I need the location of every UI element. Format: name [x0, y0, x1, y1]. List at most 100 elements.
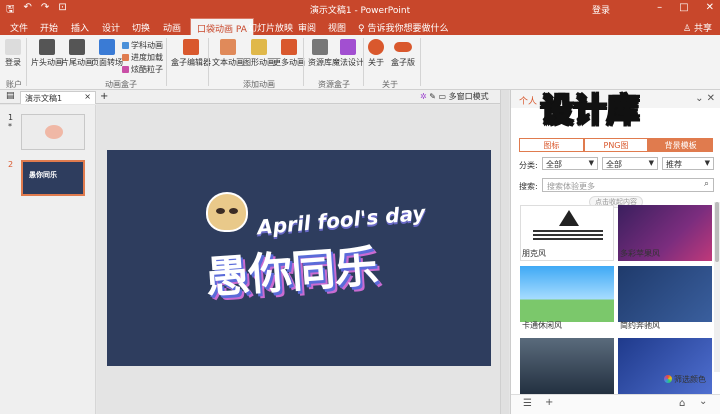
box-editor-label: 盒子编辑器	[171, 58, 211, 67]
page-transition-label: 页面转场	[91, 58, 123, 67]
share-button[interactable]: ♙ 共享	[683, 21, 712, 34]
tab-design[interactable]: 设计	[102, 21, 120, 34]
tab-pocket-animation[interactable]: 口袋动画 PA	[190, 18, 254, 35]
box-version-button[interactable]: 盒子版	[391, 39, 415, 68]
progress-load-button[interactable]: 进度加载	[122, 52, 163, 63]
more-animation-button[interactable]: 更多动画	[273, 39, 305, 68]
about-button[interactable]: 关于	[368, 39, 384, 68]
close-button[interactable]: ✕	[706, 2, 714, 13]
tab-file[interactable]: 文件	[10, 21, 28, 34]
multi-window-label: 多窗口模式	[448, 92, 489, 101]
pane-controls[interactable]: ⌄ ✕	[695, 93, 715, 104]
template-card-cartoon[interactable]	[520, 266, 614, 322]
slide-thumbnail-2[interactable]: 愚你同乐	[21, 160, 85, 196]
resource-library-button[interactable]: 资源库	[308, 39, 332, 68]
tab-slideshow[interactable]: 幻灯片放映	[248, 21, 293, 34]
progress-icon	[122, 54, 129, 61]
transition-icon	[99, 39, 115, 55]
tell-me-search[interactable]: ♀ 告诉我你想要做什么	[358, 21, 448, 34]
login-link[interactable]: 登录	[592, 3, 610, 16]
design-library-pane: 个人 ⌄ ✕ 图标 PNG图 背景模板 分类: 全部 ▼ 全部 ▼ 推荐 ▼ 搜索: …	[510, 90, 720, 414]
maximize-button[interactable]: □	[679, 2, 688, 13]
canvas-scrollbar[interactable]	[500, 90, 509, 414]
template-card-simple-benz[interactable]	[618, 266, 712, 322]
shape-animation-button[interactable]: 图形动画	[243, 39, 275, 68]
group-divider	[420, 38, 421, 86]
shape-animation-label: 图形动画	[243, 58, 275, 67]
subject-animation-button[interactable]: 学科动画	[122, 40, 163, 51]
tab-home[interactable]: 开始	[40, 21, 58, 34]
gear-icon: ✲	[420, 92, 430, 101]
template-card-dark[interactable]	[520, 338, 614, 394]
tab-animations[interactable]: 动画	[163, 21, 181, 34]
group-divider	[363, 38, 364, 86]
group-divider	[208, 38, 209, 86]
category-select-2-value: 全部	[606, 160, 622, 169]
filter-color-button[interactable]: 筛选颜色	[664, 374, 706, 385]
category-select-1[interactable]: 全部 ▼	[542, 157, 598, 170]
head-animation-label: 片头动画	[31, 58, 63, 67]
thumbnail-title: 愚你同乐	[29, 171, 57, 179]
minimize-button[interactable]: –	[657, 2, 662, 13]
chevron-down-icon[interactable]: ⌄	[699, 396, 707, 407]
particles-icon	[122, 66, 129, 73]
graduation-icon[interactable]: ⌂	[679, 398, 685, 409]
magic-design-button[interactable]: 魔法设计	[332, 39, 364, 68]
thumb-number-2: 2	[8, 160, 14, 169]
tab-png[interactable]: PNG图	[583, 138, 649, 152]
sort-select[interactable]: 推荐 ▼	[662, 157, 714, 170]
slide-canvas: April fool's day 愚你同乐	[97, 105, 500, 414]
category-select-1-value: 全部	[546, 160, 562, 169]
share-label: 共享	[693, 24, 712, 34]
tab-background-templates[interactable]: 背景模板	[648, 138, 714, 152]
template-label-simple-benz: 简约奔驰风	[620, 321, 660, 330]
slide-thumbnails-pane	[0, 105, 96, 414]
head-animation-button[interactable]: 片头动画	[31, 39, 63, 68]
person-icon: ♙	[683, 24, 694, 34]
tab-icons[interactable]: 图标	[519, 138, 584, 152]
template-card-blue[interactable]	[618, 338, 712, 394]
film-end-icon	[69, 39, 85, 55]
menu-icon[interactable]: ☰	[523, 398, 532, 409]
login-label: 登录	[5, 58, 21, 67]
scroll-thumb[interactable]	[715, 202, 719, 262]
text-animation-button[interactable]: 文本动画	[212, 39, 244, 68]
slide-thumbnail-1[interactable]	[21, 114, 85, 150]
tab-review[interactable]: 审阅	[298, 21, 316, 34]
thumb-number-1: 1	[8, 113, 14, 122]
chevron-down-icon: ▼	[588, 159, 594, 167]
document-tab[interactable]: 演示文稿1 ×	[20, 91, 96, 104]
tail-animation-label: 片尾动画	[61, 58, 93, 67]
new-tab-button[interactable]: +	[100, 91, 108, 102]
tail-animation-button[interactable]: 片尾动画	[61, 39, 93, 68]
sort-select-value: 推荐	[666, 160, 682, 169]
text-animation-label: 文本动画	[212, 58, 244, 67]
cool-particles-button[interactable]: 炫酷粒子	[122, 64, 163, 75]
close-tab-icon[interactable]: ×	[84, 92, 91, 101]
box-version-label: 盒子版	[391, 58, 415, 67]
multi-window-toggle[interactable]: ✲ ✎ ▭ 多窗口模式	[420, 91, 489, 102]
slide-chinese-title: 愚你同乐	[203, 241, 379, 304]
about-group-label: 关于	[382, 80, 398, 89]
tab-insert[interactable]: 插入	[71, 21, 89, 34]
star-icon	[251, 39, 267, 55]
category-select-2[interactable]: 全部 ▼	[602, 157, 658, 170]
template-scrollbar[interactable]	[714, 202, 720, 372]
tab-view[interactable]: 视图	[328, 21, 346, 34]
login-button[interactable]: 登录	[5, 39, 21, 68]
group-divider	[303, 38, 304, 86]
group-divider	[26, 38, 27, 86]
current-slide[interactable]: April fool's day 愚你同乐	[107, 150, 491, 366]
tab-transitions[interactable]: 切换	[132, 21, 150, 34]
resource-group-label: 资源盒子	[318, 80, 350, 89]
title-bar: 🖫 ↶ ↷ ⊡ 演示文稿1 - PowerPoint 登录 – □ ✕	[0, 0, 720, 18]
box-editor-button[interactable]: 盒子编辑器	[171, 39, 211, 68]
search-input[interactable]: 搜索体验更多 ⌕	[542, 178, 714, 192]
page-transition-button[interactable]: 页面转场	[91, 39, 123, 68]
search-icon[interactable]: ⌕	[704, 179, 709, 189]
paint-icon: ✎	[429, 92, 439, 101]
add-icon[interactable]: +	[545, 397, 553, 408]
group-divider	[166, 38, 167, 86]
template-label-punk: 朋克风	[522, 249, 546, 258]
chevron-down-icon: ▼	[648, 159, 654, 167]
